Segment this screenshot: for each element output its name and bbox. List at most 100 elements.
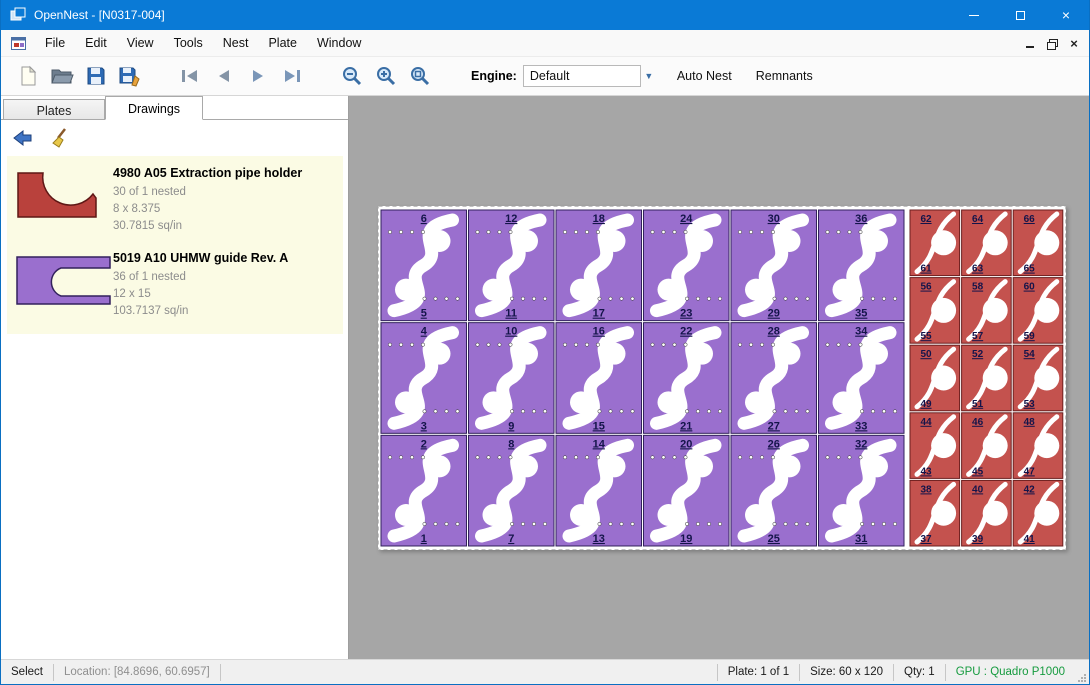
- nested-part-pair[interactable]: 5857: [962, 278, 1012, 344]
- tab-drawings[interactable]: Drawings: [105, 96, 203, 120]
- engine-select[interactable]: Default: [523, 65, 641, 87]
- return-part-button[interactable]: [9, 125, 37, 151]
- save-button[interactable]: [79, 60, 113, 92]
- part-number: 7: [508, 533, 514, 545]
- part-number: 39: [972, 534, 984, 545]
- nested-part-pair[interactable]: 3029: [731, 210, 817, 321]
- engine-dropdown-icon[interactable]: ▼: [641, 65, 657, 87]
- nav-prev-icon: [213, 67, 235, 85]
- nested-part-pair[interactable]: 5049: [910, 345, 960, 411]
- nav-last-button[interactable]: [275, 60, 309, 92]
- mdi-close-button[interactable]: ×: [1063, 33, 1085, 53]
- menu-item-window[interactable]: Window: [307, 32, 371, 54]
- auto-nest-button[interactable]: Auto Nest: [667, 63, 742, 89]
- mdi-minimize-button[interactable]: [1019, 33, 1041, 53]
- main-toolbar: Engine: Default ▼ Auto Nest Remnants: [1, 57, 1089, 96]
- menu-item-plate[interactable]: Plate: [258, 32, 307, 54]
- nested-part-pair[interactable]: 5251: [962, 345, 1012, 411]
- new-button[interactable]: [11, 60, 45, 92]
- nav-first-button[interactable]: [173, 60, 207, 92]
- engine-value: Default: [530, 69, 570, 83]
- menu-item-nest[interactable]: Nest: [213, 32, 259, 54]
- nested-part-pair[interactable]: 21: [381, 435, 467, 546]
- status-location: Location: [84.8696, 60.6957]: [54, 664, 220, 681]
- resize-grip-icon: [1077, 673, 1087, 683]
- nested-part-pair[interactable]: 65: [381, 210, 467, 321]
- nested-part-pair[interactable]: 12 11: [469, 210, 555, 321]
- panel-toolbar: [1, 122, 348, 154]
- nested-part-pair[interactable]: 3635: [819, 210, 905, 321]
- drawing-item-2[interactable]: 5019 A10 UHMW guide Rev. A 36 of 1 neste…: [13, 249, 337, 320]
- nav-next-icon: [247, 67, 269, 85]
- nested-part-pair[interactable]: 3433: [819, 323, 905, 434]
- nested-part-pair[interactable]: 2827: [731, 323, 817, 434]
- minimize-button[interactable]: [951, 0, 997, 30]
- maximize-button[interactable]: [997, 0, 1043, 30]
- part-number: 12: [505, 213, 517, 225]
- app-icon: [10, 7, 26, 23]
- part-number: 38: [920, 484, 932, 495]
- drawing-item-1[interactable]: 4980 A05 Extraction pipe holder 30 of 1 …: [13, 164, 337, 235]
- nested-part-pair[interactable]: 2625: [731, 435, 817, 546]
- plate[interactable]: 6512111817242330293635431091615222128273…: [378, 206, 1066, 550]
- nested-part-pair[interactable]: 3837: [910, 480, 960, 546]
- nav-next-button[interactable]: [241, 60, 275, 92]
- nest-canvas[interactable]: 6512111817242330293635431091615222128273…: [350, 96, 1089, 659]
- menu-item-tools[interactable]: Tools: [164, 32, 213, 54]
- nested-part-pair[interactable]: 1615: [556, 323, 642, 434]
- part-number: 16: [593, 326, 605, 338]
- new-file-icon: [17, 65, 39, 87]
- zoom-out-button[interactable]: [335, 60, 369, 92]
- nested-part-pair[interactable]: 87: [469, 435, 555, 546]
- resize-grip[interactable]: [1075, 660, 1089, 685]
- zoom-in-icon: [375, 65, 397, 87]
- drawing-list: 4980 A05 Extraction pipe holder 30 of 1 …: [7, 156, 343, 334]
- menu-item-file[interactable]: File: [35, 32, 75, 54]
- remnants-button[interactable]: Remnants: [746, 63, 823, 89]
- part-number: 13: [593, 533, 605, 545]
- part-number: 44: [920, 417, 932, 428]
- zoom-fit-button[interactable]: [403, 60, 437, 92]
- nested-part-pair[interactable]: 4039: [962, 480, 1012, 546]
- open-folder-icon: [50, 65, 74, 87]
- nested-part-pair[interactable]: 6261: [910, 210, 960, 276]
- nested-part-pair[interactable]: 109: [469, 323, 555, 434]
- open-button[interactable]: [45, 60, 79, 92]
- nested-part-pair[interactable]: 6463: [962, 210, 1012, 276]
- mdi-minimize-icon: [1026, 46, 1034, 48]
- mdi-restore-button[interactable]: [1041, 33, 1063, 53]
- engine-label: Engine:: [471, 69, 517, 83]
- close-button[interactable]: ×: [1043, 0, 1089, 30]
- nested-part-pair[interactable]: 4443: [910, 413, 960, 479]
- nav-prev-button[interactable]: [207, 60, 241, 92]
- part-number: 11: [505, 308, 517, 320]
- nested-part-pair[interactable]: 43: [381, 323, 467, 434]
- tab-plates[interactable]: Plates: [3, 99, 105, 120]
- nested-part-pair[interactable]: 4241: [1013, 480, 1063, 546]
- nested-part-pair[interactable]: 5453: [1013, 345, 1063, 411]
- nested-part-pair[interactable]: 1413: [556, 435, 642, 546]
- part-number: 65: [1024, 264, 1036, 275]
- menu-item-view[interactable]: View: [117, 32, 164, 54]
- nested-part-pair[interactable]: 2423: [644, 210, 730, 321]
- nested-part-pair[interactable]: 5655: [910, 278, 960, 344]
- broom-icon: [50, 127, 72, 149]
- nested-part-pair[interactable]: 2221: [644, 323, 730, 434]
- menu-item-edit[interactable]: Edit: [75, 32, 117, 54]
- part-number: 29: [768, 308, 780, 320]
- clean-button[interactable]: [47, 125, 75, 151]
- nested-part-pair[interactable]: 6665: [1013, 210, 1063, 276]
- nested-part-pair[interactable]: 4847: [1013, 413, 1063, 479]
- nested-part-pair[interactable]: 1817: [556, 210, 642, 321]
- nested-part-pair[interactable]: 4645: [962, 413, 1012, 479]
- part-number: 2: [421, 438, 427, 450]
- part-number: 45: [972, 466, 984, 477]
- part-number: 10: [505, 326, 517, 338]
- nested-part-pair[interactable]: 3231: [819, 435, 905, 546]
- nested-part-pair[interactable]: 6059: [1013, 278, 1063, 344]
- zoom-in-button[interactable]: [369, 60, 403, 92]
- nested-part-pair[interactable]: 2019: [644, 435, 730, 546]
- part-number: 6: [421, 213, 427, 225]
- part-number: 28: [768, 326, 780, 338]
- save-as-button[interactable]: [113, 60, 147, 92]
